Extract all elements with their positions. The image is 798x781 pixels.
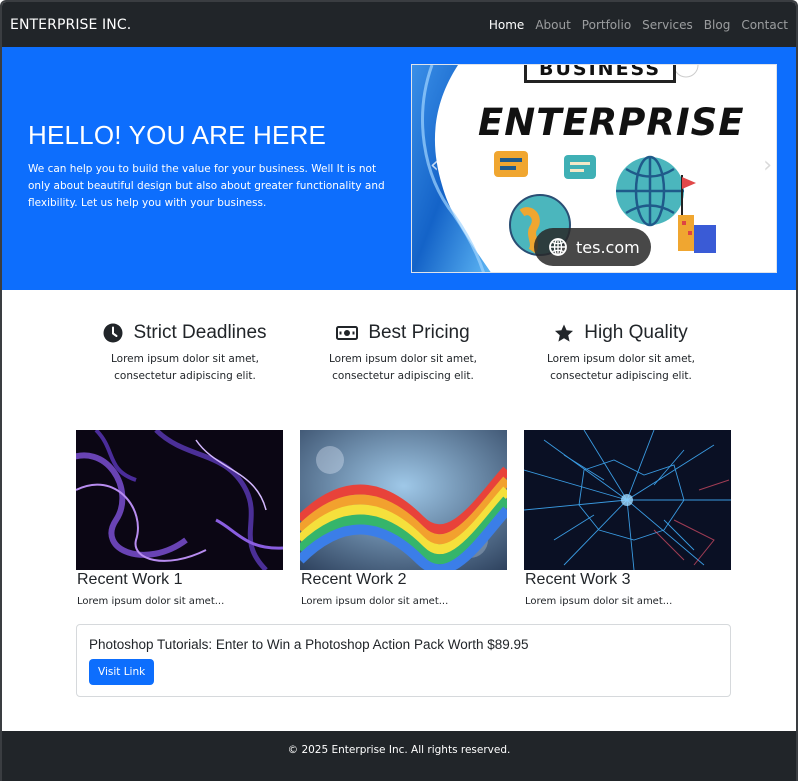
- nav-link-contact[interactable]: Contact: [741, 18, 788, 32]
- work-card[interactable]: Recent Work 1 Lorem ipsum dolor sit amet…: [76, 430, 283, 607]
- watermark-text: tes.com: [576, 237, 640, 257]
- carousel-prev-icon[interactable]: ‹: [430, 153, 439, 178]
- cash-icon: [336, 326, 359, 340]
- hero-lead: We can help you to build the value for y…: [28, 163, 385, 209]
- nav-link-about[interactable]: About: [535, 18, 570, 32]
- hero-carousel[interactable]: BUSINESS ENTERPRISE tes.com ‹ ›: [411, 64, 777, 273]
- feature-title: High Quality: [584, 322, 688, 343]
- work-title: Recent Work 1: [77, 571, 183, 588]
- feature-item: Best Pricing Lorem ipsum dolor sit amet,…: [294, 322, 512, 385]
- nav-link-blog[interactable]: Blog: [704, 18, 731, 32]
- slide-heading: ENTERPRISE: [478, 101, 745, 144]
- hero-section: HELLO! YOU ARE HERE We can help you to b…: [2, 47, 796, 290]
- feature-heading: Strict Deadlines: [76, 322, 294, 344]
- footer-copyright: © 2025 Enterprise Inc. All rights reserv…: [287, 744, 511, 756]
- work-thumbnail[interactable]: [524, 430, 731, 570]
- footer: © 2025 Enterprise Inc. All rights reserv…: [2, 731, 796, 781]
- visit-link-button[interactable]: Visit Link: [89, 659, 155, 685]
- abstract-swirl-image: [76, 430, 283, 570]
- star-icon: [555, 324, 574, 342]
- work-text: Lorem ipsum dolor sit amet...: [77, 596, 225, 607]
- work-card[interactable]: Recent Work 2 Lorem ipsum dolor sit amet…: [300, 430, 507, 607]
- features-section: Strict Deadlines Lorem ipsum dolor sit a…: [76, 322, 731, 385]
- feature-text: Lorem ipsum dolor sit amet, consectetur …: [329, 353, 477, 382]
- hero-text: HELLO! YOU ARE HERE We can help you to b…: [28, 120, 398, 212]
- feature-text: Lorem ipsum dolor sit amet, consectetur …: [547, 353, 695, 382]
- rainbow-wave-image: [300, 430, 507, 570]
- clock-icon: [103, 323, 123, 343]
- crystal-burst-image: [524, 430, 731, 570]
- feature-heading: Best Pricing: [294, 322, 512, 344]
- work-card[interactable]: Recent Work 3 Lorem ipsum dolor sit amet…: [524, 430, 731, 607]
- brand-logo[interactable]: ENTERPRISE INC.: [10, 17, 131, 33]
- carousel-next-icon[interactable]: ›: [763, 153, 772, 178]
- nav-links: Home About Portfolio Services Blog Conta…: [489, 18, 788, 32]
- nav-link-portfolio[interactable]: Portfolio: [582, 18, 631, 32]
- work-thumbnail[interactable]: [300, 430, 507, 570]
- work-title: Recent Work 2: [301, 571, 407, 588]
- globe-icon: [549, 238, 567, 256]
- hero-title: HELLO! YOU ARE HERE: [28, 120, 327, 150]
- work-title: Recent Work 3: [525, 571, 631, 588]
- feature-item: Strict Deadlines Lorem ipsum dolor sit a…: [76, 322, 294, 385]
- browser-frame: ENTERPRISE INC. Home About Portfolio Ser…: [0, 0, 798, 781]
- feature-heading: High Quality: [512, 322, 730, 344]
- slide-tag: BUSINESS: [524, 65, 677, 83]
- recent-works-section: Recent Work 1 Lorem ipsum dolor sit amet…: [76, 430, 731, 607]
- feature-item: High Quality Lorem ipsum dolor sit amet,…: [512, 322, 730, 385]
- nav-link-services[interactable]: Services: [642, 18, 693, 32]
- navbar: ENTERPRISE INC. Home About Portfolio Ser…: [2, 2, 796, 47]
- work-thumbnail[interactable]: [76, 430, 283, 570]
- rss-feed-card: Photoshop Tutorials: Enter to Win a Phot…: [76, 624, 731, 697]
- feature-text: Lorem ipsum dolor sit amet, consectetur …: [111, 353, 259, 382]
- watermark-badge: tes.com: [534, 228, 651, 266]
- work-text: Lorem ipsum dolor sit amet...: [525, 596, 673, 607]
- nav-link-home[interactable]: Home: [489, 18, 524, 32]
- work-text: Lorem ipsum dolor sit amet...: [301, 596, 449, 607]
- feature-title: Strict Deadlines: [133, 322, 267, 343]
- feature-title: Best Pricing: [368, 322, 470, 343]
- rss-title: Photoshop Tutorials: Enter to Win a Phot…: [89, 637, 529, 652]
